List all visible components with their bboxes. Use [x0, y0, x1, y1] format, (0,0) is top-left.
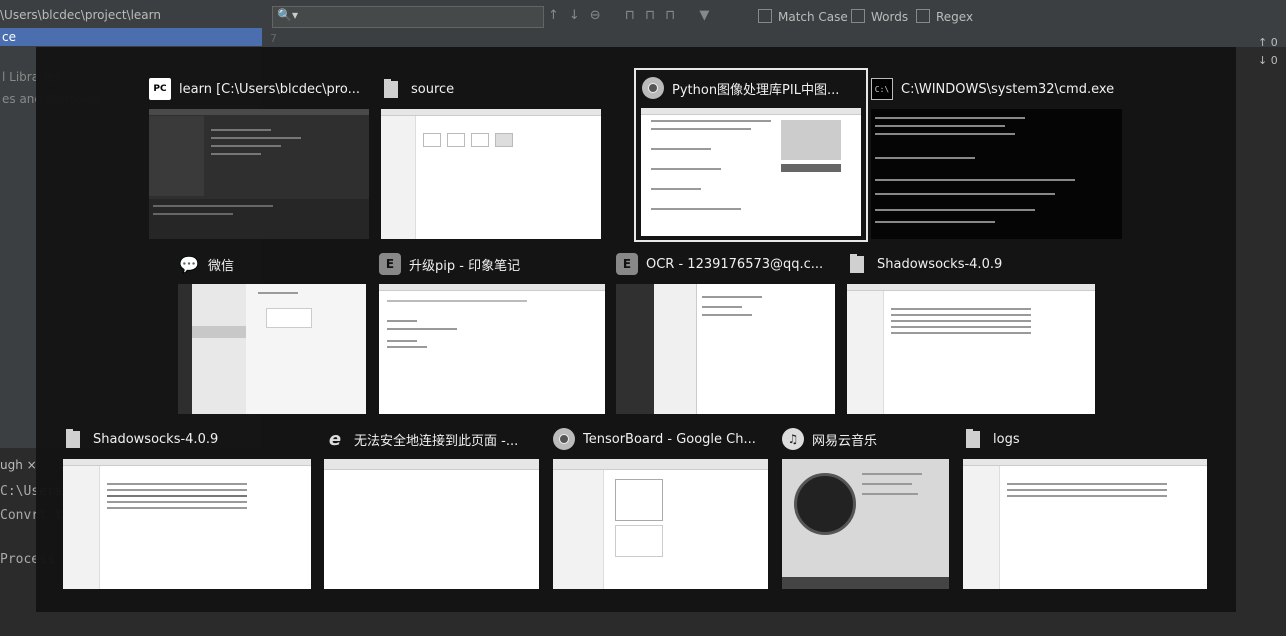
folder-icon [381, 78, 403, 100]
window-logs-folder[interactable]: logs [963, 425, 1207, 589]
down-count: ↓ 0 [1258, 54, 1278, 67]
window-title: learn [C:\Users\blcdec\pro... [179, 81, 360, 97]
ide-path: \Users\blcdec\project\learn [0, 8, 161, 22]
wechat-icon: 💬 [179, 254, 199, 274]
window-thumbnail [616, 284, 835, 414]
window-evernote-pip[interactable]: E 升级pip - 印象笔记 [379, 250, 605, 414]
window-thumbnail [178, 284, 366, 414]
window-thumbnail [641, 108, 861, 236]
window-thumbnail [553, 459, 768, 589]
edge-icon: e [328, 428, 342, 450]
up-count: ↑ 0 [1258, 36, 1278, 49]
window-cmd[interactable]: C:\ C:\WINDOWS\system32\cmd.exe [871, 75, 1122, 239]
window-thumbnail [381, 109, 601, 239]
folder-icon [63, 428, 85, 450]
chrome-icon [642, 77, 664, 99]
window-netease-music[interactable]: ♫ 网易云音乐 [782, 425, 949, 589]
window-title: 升级pip - 印象笔记 [409, 258, 521, 274]
search-icon: 🔍▾ [277, 8, 298, 22]
run-tab[interactable]: ugh × [0, 458, 37, 472]
task-switcher: PC learn [C:\Users\blcdec\pro... source P… [36, 47, 1236, 612]
folder-icon [847, 253, 869, 275]
pycharm-icon: PC [149, 78, 171, 100]
window-title: Python图像处理库PIL中图... [672, 82, 840, 98]
window-thumbnail [324, 459, 539, 589]
gutter-line-number: 7 [270, 32, 277, 45]
window-python-pil-article[interactable]: Python图像处理库PIL中图... [634, 68, 868, 242]
window-title: TensorBoard - Google Ch... [583, 431, 756, 447]
window-title: Shadowsocks-4.0.9 [93, 431, 219, 447]
window-shadowsocks-1[interactable]: Shadowsocks-4.0.9 [847, 250, 1095, 414]
window-thumbnail [847, 284, 1095, 414]
window-title: OCR - 1239176573@qq.c... [646, 256, 824, 272]
window-thumbnail [871, 109, 1122, 239]
folder-icon [963, 428, 985, 450]
window-title: C:\WINDOWS\system32\cmd.exe [901, 81, 1115, 97]
window-edge[interactable]: e 无法安全地连接到此页面 -... [324, 425, 539, 589]
window-title: Shadowsocks-4.0.9 [877, 256, 1003, 272]
find-input[interactable]: 🔍▾ [272, 6, 544, 28]
window-title: 网易云音乐 [812, 433, 878, 449]
window-pycharm[interactable]: PC learn [C:\Users\blcdec\pro... [149, 75, 369, 239]
window-thumbnail [782, 459, 949, 589]
evernote-icon: E [379, 253, 401, 275]
project-selected-item[interactable]: ce [0, 28, 262, 46]
window-thumbnail [63, 459, 311, 589]
window-source-folder[interactable]: source [381, 75, 601, 239]
window-thumbnail [379, 284, 605, 414]
window-title: 无法安全地连接到此页面 -... [354, 433, 519, 449]
window-title: 微信 [208, 258, 235, 274]
cmd-icon: C:\ [871, 78, 893, 100]
window-tensorboard[interactable]: TensorBoard - Google Ch... [553, 425, 768, 589]
find-tools: ↑↓⊖ ⊓⊓⊓ ▼ [548, 8, 720, 23]
netease-music-icon: ♫ [782, 428, 804, 450]
window-title: logs [993, 431, 1020, 447]
match-case-option[interactable]: Match Case [758, 9, 848, 24]
evernote-icon: E [616, 253, 638, 275]
regex-option[interactable]: Regex [916, 9, 973, 24]
window-wechat[interactable]: 💬 微信 [178, 250, 366, 414]
words-option[interactable]: Words [851, 9, 908, 24]
window-title: source [411, 81, 455, 97]
chrome-icon [553, 428, 575, 450]
window-thumbnail [149, 109, 369, 239]
window-shadowsocks-2[interactable]: Shadowsocks-4.0.9 [63, 425, 311, 589]
window-thumbnail [963, 459, 1207, 589]
window-evernote-ocr[interactable]: E OCR - 1239176573@qq.c... [616, 250, 835, 414]
